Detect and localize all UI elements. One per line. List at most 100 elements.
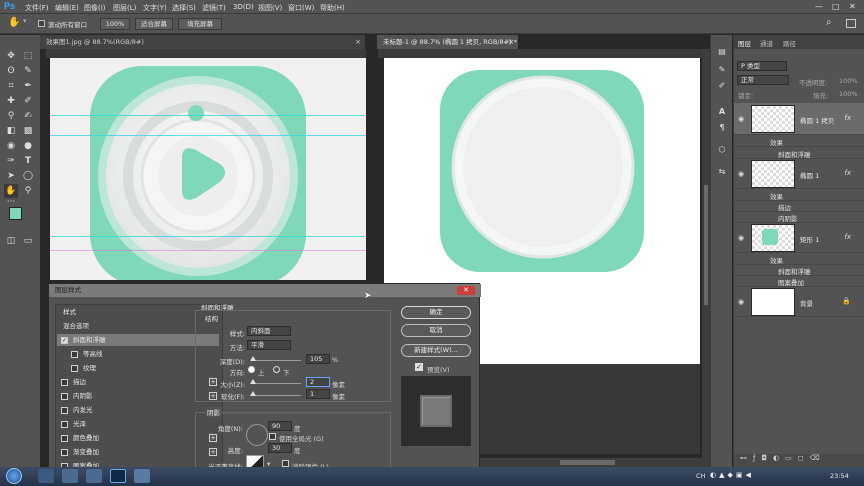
effects-row[interactable]: 效果 xyxy=(734,135,864,147)
effects-row[interactable]: 效果 xyxy=(734,189,864,201)
angle-input[interactable]: 90 xyxy=(268,421,292,431)
eye-icon[interactable]: ◉ xyxy=(738,170,744,178)
tab-layers[interactable]: 图层 xyxy=(738,38,751,48)
crop-tool-icon[interactable]: ⌗ xyxy=(4,79,18,93)
quick-select-tool-icon[interactable]: ✎ xyxy=(21,64,35,78)
zoom-tool-icon[interactable]: ⚲ xyxy=(21,184,35,198)
document-tab-2[interactable]: 未标题-1 @ 88.7% (椭圆 1 拷贝, RGB/8#) * × xyxy=(377,35,518,49)
menu-help[interactable]: 帮助(H) xyxy=(320,3,345,13)
stamp-tool-icon[interactable]: ⚲ xyxy=(4,109,18,123)
slider-knob[interactable] xyxy=(250,391,256,396)
link-icon[interactable]: ⊷ xyxy=(740,454,753,462)
effect-row[interactable]: 斜面和浮雕 xyxy=(734,265,864,276)
menu-filter[interactable]: 滤镜(T) xyxy=(202,3,226,13)
eye-icon[interactable]: ◉ xyxy=(738,298,744,306)
effect-row[interactable]: 斜面和浮雕 xyxy=(734,147,864,159)
menu-3d[interactable]: 3D(D) xyxy=(233,3,254,11)
menu-layer[interactable]: 图层(L) xyxy=(113,3,136,13)
menu-image[interactable]: 图像(I) xyxy=(84,3,106,13)
clock[interactable]: 23:54 xyxy=(830,472,849,480)
effects-row[interactable]: 效果 xyxy=(734,253,864,265)
path-select-tool-icon[interactable]: ➤ xyxy=(4,169,18,183)
radio-down[interactable] xyxy=(273,366,280,373)
paragraph-panel-icon[interactable]: ¶ xyxy=(715,121,729,135)
menu-file[interactable]: 文件(F) xyxy=(25,3,49,13)
checkbox[interactable] xyxy=(61,407,68,414)
method-select[interactable]: 平滑 xyxy=(247,340,291,350)
browser-icon[interactable] xyxy=(38,469,54,483)
blur-tool-icon[interactable]: ◉ xyxy=(4,139,18,153)
character-panel-icon[interactable]: A xyxy=(715,105,729,119)
layer-filter-select[interactable]: P 类型 xyxy=(737,61,787,71)
tab-channels[interactable]: 通道 xyxy=(760,38,773,48)
adjustment-icon[interactable]: ◐ xyxy=(773,454,785,462)
tab-paths[interactable]: 路径 xyxy=(783,38,796,48)
foreground-color-swatch[interactable] xyxy=(9,207,22,220)
close-window-button[interactable]: ✕ xyxy=(849,2,856,11)
healing-tool-icon[interactable]: ✚ xyxy=(4,94,18,108)
close-tab-icon[interactable]: × xyxy=(355,35,361,49)
fill-screen-button[interactable]: 填充屏幕 xyxy=(178,18,222,30)
scrollbar-thumb[interactable] xyxy=(704,185,708,305)
history-panel-icon[interactable]: ▤ xyxy=(715,45,729,59)
fit-screen-button[interactable]: 适合屏幕 xyxy=(135,18,173,30)
explorer-icon[interactable] xyxy=(62,469,78,483)
checkbox-checked[interactable]: ✓ xyxy=(61,337,68,344)
photoshop-taskbar-icon[interactable] xyxy=(110,469,126,483)
properties-panel-icon[interactable]: ⇆ xyxy=(715,165,729,179)
menu-type[interactable]: 文字(Y) xyxy=(143,3,167,13)
move-tool-icon[interactable]: ✥ xyxy=(4,49,18,63)
soften-input[interactable]: 1 xyxy=(306,389,330,399)
fill-value[interactable]: 100% xyxy=(839,90,858,98)
global-light-checkbox[interactable] xyxy=(269,433,276,440)
trash-icon[interactable]: ⌫ xyxy=(810,454,826,462)
angle-dial[interactable] xyxy=(246,424,268,446)
close-tab-icon[interactable]: × xyxy=(508,35,514,49)
document-tab-1[interactable]: 效果图1.jpg @ 88.7%(RGB/8#) × xyxy=(40,35,365,49)
tray-icons[interactable]: ◐▲◆▣◀ xyxy=(710,471,754,479)
adjust-panel-icon[interactable]: ✐ xyxy=(715,79,729,93)
gradient-tool-icon[interactable]: ▩ xyxy=(21,124,35,138)
brush-tool-icon[interactable]: ✐ xyxy=(21,94,35,108)
maximize-button[interactable]: □ xyxy=(832,2,840,11)
eye-icon[interactable]: ◉ xyxy=(738,115,744,123)
depth-slider[interactable] xyxy=(251,360,301,361)
ellipse-tool-icon[interactable]: ◯ xyxy=(21,169,35,183)
fx-icon[interactable]: fx xyxy=(844,169,851,177)
menu-view[interactable]: 视图(V) xyxy=(258,3,282,13)
reference-image-canvas[interactable] xyxy=(50,58,366,280)
dialog-close-button[interactable]: ✕ xyxy=(457,286,475,295)
folder-icon[interactable]: ▭ xyxy=(785,454,798,462)
fx-icon[interactable]: fx xyxy=(844,114,851,122)
layer-row[interactable]: ◉ 矩形 1 fx xyxy=(734,223,864,253)
screen-mode-icon[interactable]: ▭ xyxy=(21,234,35,248)
opacity-value[interactable]: 100% xyxy=(839,77,858,85)
folder-icon[interactable] xyxy=(86,469,102,483)
input-method-label[interactable]: CH xyxy=(696,472,705,480)
menu-select[interactable]: 选择(S) xyxy=(172,3,196,13)
effect-row[interactable]: 内阴影 xyxy=(734,212,864,223)
checkbox[interactable] xyxy=(61,393,68,400)
marquee-tool-icon[interactable]: ⬚ xyxy=(21,49,35,63)
cancel-button[interactable]: 取消 xyxy=(401,324,471,337)
ok-button[interactable]: 确定 xyxy=(401,306,471,319)
eraser-tool-icon[interactable]: ◧ xyxy=(4,124,18,138)
preview-checkbox[interactable]: ✓ xyxy=(415,363,423,371)
depth-input[interactable]: 105 xyxy=(306,354,330,364)
workspace-icon[interactable] xyxy=(846,19,856,28)
scrollbar-thumb[interactable] xyxy=(560,460,615,465)
slider-knob[interactable] xyxy=(250,356,256,361)
scroll-all-checkbox[interactable] xyxy=(38,20,45,27)
checkbox[interactable] xyxy=(71,365,78,372)
fx-icon[interactable]: fx xyxy=(844,233,851,241)
size-input[interactable]: 2 xyxy=(306,377,330,387)
type-tool-icon[interactable]: T xyxy=(21,154,35,168)
start-button[interactable] xyxy=(6,468,22,484)
altitude-input[interactable]: 30 xyxy=(268,443,292,453)
soften-slider[interactable] xyxy=(251,395,301,396)
new-style-button[interactable]: 新建样式(W)... xyxy=(401,344,471,357)
menu-window[interactable]: 窗口(W) xyxy=(288,3,314,13)
brush-panel-icon[interactable]: ✎ xyxy=(715,63,729,77)
effect-row[interactable]: 描边 xyxy=(734,201,864,212)
app-icon[interactable] xyxy=(134,469,150,483)
